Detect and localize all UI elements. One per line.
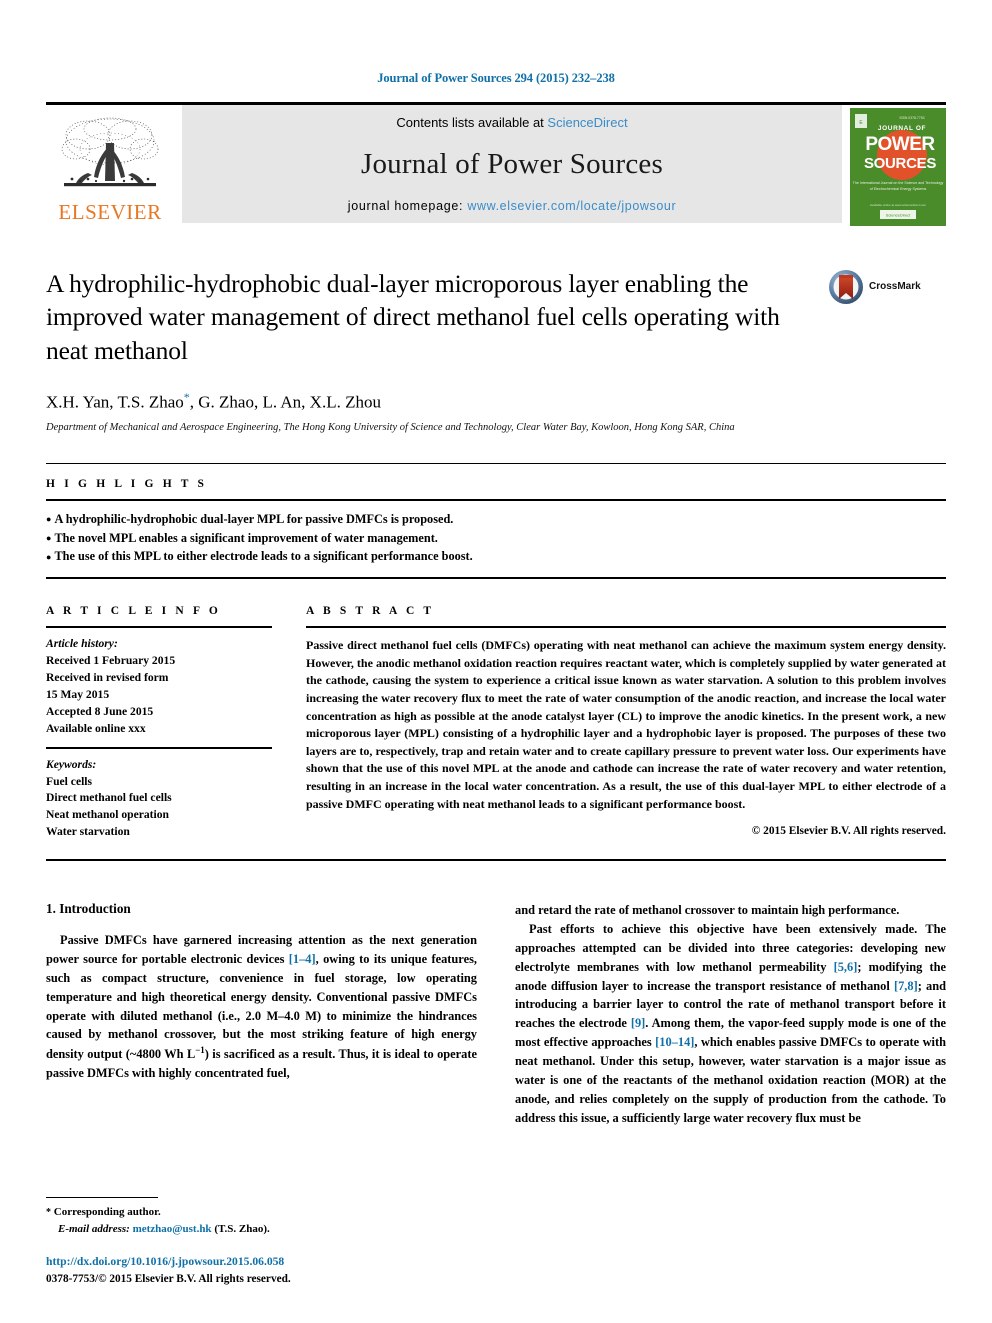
highlights-section: H I G H L I G H T S ● A hydrophilic-hydro… bbox=[46, 463, 946, 580]
highlights-bottom-rule bbox=[46, 577, 946, 580]
contents-prefix: Contents lists available at bbox=[396, 114, 548, 130]
title-column: A hydrophilic-hydrophobic dual-layer mic… bbox=[46, 267, 828, 369]
asterisk-icon: * bbox=[46, 1207, 51, 1218]
citation-ref[interactable]: [1–4] bbox=[289, 952, 316, 966]
footnote-body: * Corresponding author. E-mail address: … bbox=[46, 1204, 466, 1237]
svg-text:ScienceDirect: ScienceDirect bbox=[886, 212, 912, 217]
authors-rest: , G. Zhao, L. An, X.L. Zhou bbox=[189, 392, 381, 412]
article-history-label: Article history: bbox=[46, 637, 118, 651]
abstract-heading: A B S T R A C T bbox=[306, 605, 435, 618]
history-line: 15 May 2015 bbox=[46, 687, 110, 701]
page-footer: http://dx.doi.org/10.1016/j.jpowsour.201… bbox=[46, 1254, 476, 1287]
author-list: X.H. Yan, T.S. Zhao*, G. Zhao, L. An, X.… bbox=[46, 390, 946, 413]
crossmark-icon bbox=[829, 269, 863, 304]
keyword-item: Fuel cells bbox=[46, 774, 93, 788]
keywords-label: Keywords: bbox=[46, 757, 97, 771]
svg-text:JOURNAL OF: JOURNAL OF bbox=[878, 125, 926, 132]
keyword-item: Direct methanol fuel cells bbox=[46, 791, 172, 805]
history-line: Accepted 8 June 2015 bbox=[46, 704, 154, 718]
elsevier-logo: ELSEVIER bbox=[46, 105, 174, 223]
article-history-block: Article history: Received 1 February 201… bbox=[46, 628, 272, 747]
abstract-section: A B S T R A C T Passive direct methanol … bbox=[294, 605, 946, 841]
elsevier-wordmark: ELSEVIER bbox=[58, 199, 162, 224]
author-affiliation: Department of Mechanical and Aerospace E… bbox=[46, 421, 735, 433]
journal-masthead: ELSEVIER Contents lists available at Sci… bbox=[46, 101, 946, 226]
citation-ref[interactable]: [7,8] bbox=[894, 979, 918, 993]
svg-text:ISSN 0378-7753: ISSN 0378-7753 bbox=[899, 116, 924, 120]
abstract-copyright: © 2015 Elsevier B.V. All rights reserved… bbox=[751, 825, 946, 838]
journal-homepage-line: journal homepage: www.elsevier.com/locat… bbox=[348, 199, 677, 213]
article-title-block: A hydrophilic-hydrophobic dual-layer mic… bbox=[46, 267, 946, 369]
page-title: A hydrophilic-hydrophobic dual-layer mic… bbox=[46, 268, 780, 366]
list-item: ● The novel MPL enables a significant imp… bbox=[46, 529, 946, 548]
history-line: Available online xxx bbox=[46, 721, 146, 735]
corresponding-author-label: Corresponding author. bbox=[53, 1206, 161, 1218]
highlight-text: The use of this MPL to either electrode … bbox=[54, 549, 473, 564]
highlights-heading: H I G H L I G H T S bbox=[46, 478, 208, 491]
article-history-group: Article history: Received 1 February 201… bbox=[46, 636, 272, 747]
superscript: −1 bbox=[195, 1045, 205, 1056]
journal-header-band: Contents lists available at ScienceDirec… bbox=[182, 104, 842, 223]
history-line: Received in revised form bbox=[46, 670, 169, 684]
citation-ref[interactable]: [10–14] bbox=[655, 1035, 694, 1049]
highlights-list: ● A hydrophilic-hydrophobic dual-layer MP… bbox=[46, 499, 946, 577]
crossmark-label: CrossMark bbox=[869, 281, 921, 292]
svg-text:SOURCES: SOURCES bbox=[864, 155, 936, 172]
highlight-text: The novel MPL enables a significant impr… bbox=[54, 530, 438, 545]
paragraph: Past efforts to achieve this objective h… bbox=[515, 920, 946, 1127]
article-body: 1. Introduction Passive DMFCs have garne… bbox=[46, 901, 946, 1127]
journal-cover-thumbnail: E ISSN 0378-7753 JOURNAL OF POWER SOURCE… bbox=[850, 107, 946, 231]
keyword-item: Neat methanol operation bbox=[46, 808, 170, 822]
abstract-bottom-rule bbox=[46, 859, 946, 862]
abstract-text: Passive direct methanol fuel cells (DMFC… bbox=[306, 638, 946, 811]
list-item: ● A hydrophilic-hydrophobic dual-layer MP… bbox=[46, 510, 946, 529]
citation-ref[interactable]: [9] bbox=[631, 1016, 645, 1030]
journal-citation-line: Journal of Power Sources 294 (2015) 232–… bbox=[377, 71, 615, 85]
authors-first: X.H. Yan, T.S. Zhao bbox=[46, 392, 184, 412]
sciencedirect-link[interactable]: ScienceDirect bbox=[547, 115, 627, 130]
elsevier-tree-icon bbox=[61, 117, 159, 186]
crossmark-badge[interactable]: CrossMark bbox=[828, 267, 946, 305]
paragraph: Passive DMFCs have garnered increasing a… bbox=[46, 931, 477, 1083]
bullet-icon: ● bbox=[46, 551, 52, 562]
list-item: ● The use of this MPL to either electrode… bbox=[46, 547, 946, 566]
info-abstract-row: A R T I C L E I N F O Article history: R… bbox=[46, 605, 946, 841]
homepage-prefix: journal homepage: bbox=[347, 198, 468, 213]
email-owner: (T.S. Zhao). bbox=[214, 1222, 270, 1235]
keywords-block: Keywords: Fuel cells Direct methanol fue… bbox=[46, 749, 272, 842]
journal-article-page: Journal of Power Sources 294 (2015) 232–… bbox=[0, 0, 992, 1323]
footnote-divider bbox=[46, 1197, 158, 1198]
issn-copyright-line: 0378-7753/© 2015 Elsevier B.V. All right… bbox=[46, 1272, 291, 1285]
contents-lists-line: Contents lists available at ScienceDirec… bbox=[396, 115, 627, 130]
article-info-section: A R T I C L E I N F O Article history: R… bbox=[46, 605, 294, 841]
para-text: , owing to its unique features, such as … bbox=[46, 952, 477, 1062]
email-line: E-mail address: metzhao@ust.hk (T.S. Zha… bbox=[46, 1221, 466, 1238]
svg-text:POWER: POWER bbox=[865, 134, 935, 155]
section-heading-introduction: 1. Introduction bbox=[46, 901, 131, 917]
journal-cover-image: E ISSN 0378-7753 JOURNAL OF POWER SOURCE… bbox=[850, 107, 946, 226]
body-column-right: and retard the rate of methanol crossove… bbox=[515, 901, 946, 1127]
article-info-heading: A R T I C L E I N F O bbox=[46, 605, 221, 618]
svg-text:Available online at www.scienc: Available online at www.sciencedirect.co… bbox=[870, 203, 927, 207]
email-label: E-mail address: bbox=[58, 1222, 130, 1235]
highlight-text: A hydrophilic-hydrophobic dual-layer MPL… bbox=[54, 512, 454, 527]
keyword-item: Water starvation bbox=[46, 825, 130, 839]
doi-link[interactable]: http://dx.doi.org/10.1016/j.jpowsour.201… bbox=[46, 1254, 476, 1271]
body-column-left: 1. Introduction Passive DMFCs have garne… bbox=[46, 901, 477, 1127]
journal-name: Journal of Power Sources bbox=[361, 147, 663, 180]
svg-text:The International Journal on t: The International Journal on the Science… bbox=[853, 181, 944, 185]
citation-ref[interactable]: [5,6] bbox=[834, 960, 858, 974]
bullet-icon: ● bbox=[46, 533, 52, 544]
email-link[interactable]: metzhao@ust.hk bbox=[133, 1223, 212, 1235]
journal-homepage-link[interactable]: www.elsevier.com/locate/jpowsour bbox=[467, 199, 676, 213]
svg-text:of Electrochemical Energy Syst: of Electrochemical Energy Systems bbox=[870, 187, 927, 191]
paragraph: and retard the rate of methanol crossove… bbox=[515, 903, 900, 918]
corresponding-author-line: * Corresponding author. bbox=[46, 1204, 466, 1221]
history-line: Received 1 February 2015 bbox=[46, 654, 176, 668]
bullet-icon: ● bbox=[46, 514, 52, 525]
corresponding-author-footnote: * Corresponding author. E-mail address: … bbox=[46, 1197, 466, 1237]
